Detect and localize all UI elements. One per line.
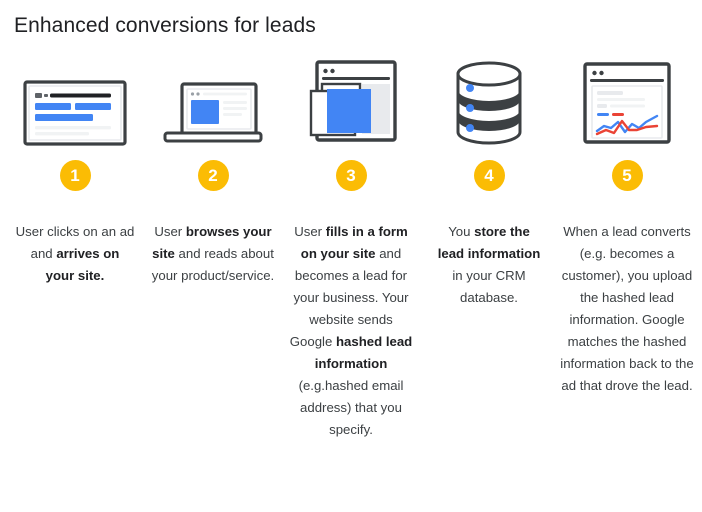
step-2-icon-wrap [161,54,265,146]
laptop-icon [161,76,265,146]
step-5: 5 When a lead converts (e.g. becomes a c… [558,54,696,397]
step-4: 4 You store the lead information in your… [420,54,558,309]
steps-row: 1 User clicks on an ad and arrives on yo… [0,40,702,441]
step-5-caption: When a lead converts (e.g. becomes a cus… [560,224,694,393]
step-1-number-badge: 1 [59,160,91,191]
step-4-caption: You store the lead information in your C… [434,221,544,309]
step-2-caption-text-a: User [154,224,186,239]
step-4-caption-text-a: You [448,224,475,239]
enhanced-conversions-infographic: Enhanced conversions for leads 1 User cl… [0,0,702,512]
step-2-number-badge: 2 [197,160,229,191]
step-3-number-badge: 3 [335,160,367,191]
web-form-window-icon [303,58,399,146]
step-1-icon-wrap [23,54,127,146]
step-3-icon-wrap [303,54,399,146]
search-results-window-icon [23,80,127,146]
step-4-number-badge: 4 [473,160,505,191]
step-3-caption-text-a: User [294,224,326,239]
step-1: 1 User clicks on an ad and arrives on yo… [6,54,144,287]
step-1-caption: User clicks on an ad and arrives on your… [15,221,135,287]
step-2-caption: User browses your site and reads about y… [151,221,275,287]
step-3: 3 User fills in a form on your site and … [282,54,420,441]
step-3-caption-text-e: (e.g.hashed email address) that you spec… [298,378,404,437]
analytics-chart-window-icon [581,60,673,146]
step-2: 2 User browses your site and reads about… [144,54,282,287]
step-3-caption: User fills in a form on your site and be… [289,221,413,441]
page-title: Enhanced conversions for leads [14,14,316,37]
step-5-icon-wrap [581,54,673,146]
step-5-number-badge: 5 [611,160,643,191]
step-4-caption-text-c: in your CRM database. [452,268,526,305]
database-icon [450,60,528,146]
step-1-caption-text-b: arrives on your site. [45,246,120,283]
step-4-icon-wrap [450,54,528,146]
